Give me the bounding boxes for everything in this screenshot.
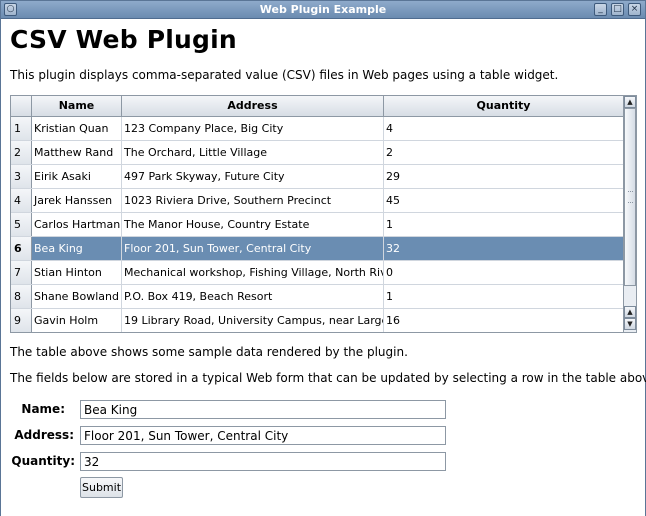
address-cell[interactable]: Mechanical workshop, Fishing Village, No… xyxy=(122,261,384,284)
table-row[interactable]: 2 Matthew Rand The Orchard, Little Village… xyxy=(11,141,623,165)
form-note: The fields below are stored in a typical… xyxy=(10,371,646,385)
name-field[interactable] xyxy=(80,400,446,419)
quantity-cell[interactable]: 29 xyxy=(384,165,623,188)
name-cell[interactable]: Stian Hinton xyxy=(32,261,122,284)
table-header: Name Address Quantity xyxy=(11,96,623,117)
row-number-cell[interactable]: 7 xyxy=(11,261,32,284)
quantity-cell[interactable]: 16 xyxy=(384,309,623,332)
quantity-cell[interactable]: 2 xyxy=(384,141,623,164)
address-cell[interactable]: 1023 Riviera Drive, Southern Precinct xyxy=(122,189,384,212)
row-number-header xyxy=(11,96,32,116)
quantity-cell[interactable]: 1 xyxy=(384,285,623,308)
column-header-name[interactable]: Name xyxy=(32,96,122,116)
scrollbar-thumb[interactable] xyxy=(624,108,636,286)
address-field[interactable] xyxy=(80,426,446,445)
table-row[interactable]: 5 Carlos Hartmann The Manor House, Country… xyxy=(11,213,623,237)
row-number-cell[interactable]: 9 xyxy=(11,309,32,332)
grip-icon xyxy=(628,191,633,203)
table-caption: The table above shows some sample data r… xyxy=(10,345,408,359)
quantity-cell[interactable]: 1 xyxy=(384,213,623,236)
row-number-cell[interactable]: 2 xyxy=(11,141,32,164)
submit-button[interactable]: Submit xyxy=(80,477,123,498)
page-content: CSV Web Plugin This plugin displays comm… xyxy=(1,20,646,516)
maximize-icon[interactable]: □ xyxy=(611,3,624,16)
row-number-cell[interactable]: 5 xyxy=(11,213,32,236)
page-title: CSV Web Plugin xyxy=(10,25,237,54)
row-number-cell[interactable]: 6 xyxy=(11,237,32,260)
name-cell[interactable]: Kristian Quan xyxy=(32,117,122,140)
row-number-cell[interactable]: 8 xyxy=(11,285,32,308)
close-icon[interactable]: × xyxy=(628,3,641,16)
quantity-label: Quantity: xyxy=(11,454,75,468)
minimize-icon[interactable]: _ xyxy=(594,3,607,16)
name-cell[interactable]: Carlos Hartmann xyxy=(32,213,122,236)
address-label: Address: xyxy=(14,428,74,442)
title-bar[interactable]: ○ Web Plugin Example _ □ × xyxy=(1,1,645,19)
row-number-cell[interactable]: 1 xyxy=(11,117,32,140)
name-cell[interactable]: Shane Bowland xyxy=(32,285,122,308)
address-cell[interactable]: The Manor House, Country Estate xyxy=(122,213,384,236)
name-label: Name: xyxy=(21,402,65,416)
name-cell[interactable]: Eirik Asaki xyxy=(32,165,122,188)
quantity-cell[interactable]: 4 xyxy=(384,117,623,140)
app-window: ○ Web Plugin Example _ □ × CSV Web Plugi… xyxy=(0,0,646,516)
row-number-cell[interactable]: 4 xyxy=(11,189,32,212)
name-cell[interactable]: Gavin Holm xyxy=(32,309,122,332)
quantity-field[interactable] xyxy=(80,452,446,471)
vertical-scrollbar[interactable]: ▲ ▲ ▼ xyxy=(623,96,636,332)
address-cell[interactable]: 497 Park Skyway, Future City xyxy=(122,165,384,188)
address-cell[interactable]: 123 Company Place, Big City xyxy=(122,117,384,140)
address-cell[interactable]: 19 Library Road, University Campus, near… xyxy=(122,309,384,332)
table-row[interactable]: 7 Stian Hinton Mechanical workshop, Fishin… xyxy=(11,261,623,285)
name-cell[interactable]: Bea King xyxy=(32,237,122,260)
column-header-address[interactable]: Address xyxy=(122,96,384,116)
scroll-down-icon[interactable]: ▼ xyxy=(624,318,636,330)
name-cell[interactable]: Jarek Hanssen xyxy=(32,189,122,212)
intro-text: This plugin displays comma-separated val… xyxy=(10,68,559,82)
scroll-up-icon[interactable]: ▲ xyxy=(624,306,636,318)
table-row[interactable]: 9 Gavin Holm 19 Library Road, University C… xyxy=(11,309,623,332)
address-cell[interactable]: P.O. Box 419, Beach Resort xyxy=(122,285,384,308)
window-title: Web Plugin Example xyxy=(259,3,387,16)
address-cell[interactable]: Floor 201, Sun Tower, Central City xyxy=(122,237,384,260)
name-cell[interactable]: Matthew Rand xyxy=(32,141,122,164)
scroll-up-icon[interactable]: ▲ xyxy=(624,96,636,108)
table-row[interactable]: 4 Jarek Hanssen 1023 Riviera Drive, Southe… xyxy=(11,189,623,213)
quantity-cell[interactable]: 0 xyxy=(384,261,623,284)
address-cell[interactable]: The Orchard, Little Village xyxy=(122,141,384,164)
quantity-cell[interactable]: 32 xyxy=(384,237,623,260)
table-row[interactable]: 1 Kristian Quan 123 Company Place, Big Cit… xyxy=(11,117,623,141)
column-header-quantity[interactable]: Quantity xyxy=(384,96,623,116)
quantity-cell[interactable]: 45 xyxy=(384,189,623,212)
row-number-cell[interactable]: 3 xyxy=(11,165,32,188)
csv-table[interactable]: Name Address Quantity 1 Kristian Quan 123 … xyxy=(10,95,637,333)
table-row[interactable]: 8 Shane Bowland P.O. Box 419, Beach Resort… xyxy=(11,285,623,309)
table-row[interactable]: 6 Bea King Floor 201, Sun Tower, Central C… xyxy=(11,237,623,261)
table-row[interactable]: 3 Eirik Asaki 497 Park Skyway, Future City… xyxy=(11,165,623,189)
